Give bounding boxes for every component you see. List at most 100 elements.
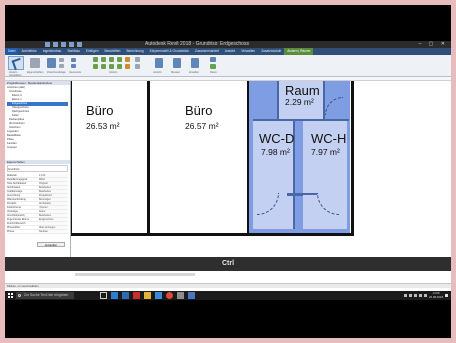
tray-icon[interactable] bbox=[414, 294, 417, 297]
room-name-buero-1[interactable]: Büro bbox=[86, 103, 113, 118]
left-panels: Projektbrowser - Bestandsaufnahme Ansich… bbox=[5, 81, 71, 282]
app-blue-icon[interactable] bbox=[155, 292, 162, 299]
wall[interactable] bbox=[287, 193, 303, 196]
wall[interactable] bbox=[71, 81, 72, 236]
property-row[interactable]: Phase Neubau bbox=[7, 230, 68, 234]
tab-ingenieurbau[interactable]: Ingenieurbau bbox=[40, 48, 65, 55]
rotate-icon[interactable] bbox=[109, 57, 114, 62]
revit-icon[interactable] bbox=[122, 292, 129, 299]
modify-cursor-icon[interactable] bbox=[8, 56, 24, 70]
room-area-buero-1[interactable]: 26.53 m² bbox=[86, 121, 120, 131]
network-icon[interactable] bbox=[419, 294, 422, 297]
apply-button[interactable]: Anwenden bbox=[37, 242, 65, 247]
edge-icon[interactable] bbox=[111, 292, 118, 299]
cut-icon[interactable] bbox=[59, 58, 64, 62]
tab-koerpermodell[interactable]: Körpermodell & Grundstück bbox=[147, 48, 192, 55]
room-area-buero-2[interactable]: 26.57 m² bbox=[185, 121, 219, 131]
volume-icon[interactable] bbox=[424, 294, 427, 297]
tab-zusatzmodule[interactable]: Zusatzmodule bbox=[258, 48, 284, 55]
cut-geometry-icon[interactable] bbox=[71, 64, 76, 68]
group-label-measure: Messen bbox=[171, 71, 181, 74]
app-red-icon[interactable] bbox=[133, 292, 140, 299]
paste-icon[interactable] bbox=[47, 58, 56, 68]
clock-date: 23.08.2018 bbox=[429, 294, 443, 299]
tab-zusammenarbeit[interactable]: Zusammenarbeit bbox=[192, 48, 222, 55]
room-separator-icon[interactable] bbox=[210, 64, 216, 69]
wall[interactable] bbox=[277, 81, 279, 119]
print-icon[interactable] bbox=[77, 42, 82, 47]
chrome-icon[interactable] bbox=[166, 292, 173, 299]
offset-icon[interactable] bbox=[93, 64, 98, 69]
ribbon-tabs: Datei Architektur Ingenieurbau Stahlbau … bbox=[5, 48, 451, 55]
tab-datei[interactable]: Datei bbox=[5, 48, 19, 55]
tab-beschriften[interactable]: Beschriften bbox=[102, 48, 124, 55]
tree-item[interactable]: Gruppen bbox=[7, 146, 68, 150]
windows-start-icon[interactable] bbox=[8, 293, 13, 298]
room-area-wc-h[interactable]: 7.97 m² bbox=[311, 147, 340, 157]
open-icon[interactable] bbox=[45, 42, 50, 47]
scale-icon[interactable] bbox=[125, 64, 130, 69]
notification-icon[interactable] bbox=[445, 294, 448, 297]
mirror-icon[interactable] bbox=[101, 64, 106, 69]
ribbon-panel: Ändern Auswählen Eigenschaften Zwischena… bbox=[5, 55, 451, 77]
measure-icon[interactable] bbox=[173, 58, 181, 68]
taskbar-clock[interactable]: 14:56 23.08.2018 bbox=[429, 292, 443, 299]
room-name-raum[interactable]: Raum bbox=[285, 83, 320, 98]
system-tray: 14:56 23.08.2018 bbox=[404, 291, 448, 300]
window-title: Autodesk Revit 2018 - Grundriss: Erdgesc… bbox=[145, 41, 249, 47]
status-text: Klicken, um auszuwählen bbox=[7, 284, 39, 288]
delete-icon[interactable] bbox=[135, 64, 140, 69]
explorer-icon[interactable] bbox=[144, 292, 151, 299]
tab-stahlbau[interactable]: Stahlbau bbox=[64, 48, 83, 55]
room-name-buero-2[interactable]: Büro bbox=[185, 103, 212, 118]
pin-icon[interactable] bbox=[135, 57, 140, 62]
drawing-canvas[interactable]: Büro 26.53 m² Büro 26.57 m² Raum 2.29 m²… bbox=[71, 81, 451, 282]
split-icon[interactable] bbox=[117, 64, 122, 69]
wall[interactable] bbox=[303, 193, 317, 195]
properties-icon[interactable] bbox=[30, 58, 40, 68]
project-browser: Ansichten (alle) Grundrisse Ebene 0 Eben… bbox=[5, 85, 70, 160]
room-area-wc-d[interactable]: 7.98 m² bbox=[261, 147, 290, 157]
wall[interactable] bbox=[253, 119, 349, 121]
search-icon bbox=[18, 294, 21, 297]
wall[interactable] bbox=[351, 81, 354, 236]
redo-icon[interactable] bbox=[69, 42, 74, 47]
group-label-view: Ansicht bbox=[153, 71, 162, 74]
properties-type[interactable]: Grundriss bbox=[7, 165, 68, 172]
room-tag-icon[interactable] bbox=[210, 57, 216, 62]
taskbar-search[interactable]: Zur Suche Text hier eingeben bbox=[16, 292, 74, 299]
tray-icon[interactable] bbox=[409, 294, 412, 297]
save-icon[interactable] bbox=[53, 42, 58, 47]
move-icon[interactable] bbox=[101, 57, 106, 62]
tab-architektur[interactable]: Architektur bbox=[18, 48, 39, 55]
room-name-wc-d[interactable]: WC-D bbox=[259, 131, 294, 146]
create-icon[interactable] bbox=[191, 58, 199, 68]
tab-verwalten[interactable]: Verwalten bbox=[238, 48, 258, 55]
copy-element-icon[interactable] bbox=[109, 64, 114, 69]
task-view-icon[interactable] bbox=[100, 292, 107, 299]
wall[interactable] bbox=[71, 233, 351, 236]
copy-icon[interactable] bbox=[59, 64, 64, 68]
horizontal-scrollbar[interactable] bbox=[75, 273, 195, 276]
tab-berechnung[interactable]: Berechnung bbox=[123, 48, 146, 55]
trim-icon[interactable] bbox=[117, 57, 122, 62]
group-label-modify: Ändern bbox=[109, 71, 118, 74]
array-icon[interactable] bbox=[125, 57, 130, 62]
screen: Autodesk Revit 2018 - Grundriss: Erdgesc… bbox=[5, 5, 451, 338]
window-controls[interactable]: – ▢ ✕ bbox=[419, 41, 448, 48]
mail-icon[interactable] bbox=[188, 292, 195, 299]
group-label-clipboard: Zwischenablage bbox=[47, 71, 66, 74]
tab-aendern-raeume[interactable]: Ändern | Räume bbox=[284, 48, 314, 55]
wall[interactable] bbox=[147, 81, 150, 236]
tab-ansicht[interactable]: Ansicht bbox=[222, 48, 238, 55]
align-icon[interactable] bbox=[93, 57, 98, 62]
view-icon[interactable] bbox=[155, 58, 163, 68]
undo-icon[interactable] bbox=[61, 42, 66, 47]
tab-einfuegen[interactable]: Einfügen bbox=[83, 48, 102, 55]
app-bottom-area: Klicken, um auszuwählen bbox=[5, 271, 451, 291]
room-name-wc-h[interactable]: WC-H bbox=[311, 131, 346, 146]
app-grey-icon[interactable] bbox=[177, 292, 184, 299]
room-area-raum[interactable]: 2.29 m² bbox=[285, 97, 314, 107]
tray-icon[interactable] bbox=[404, 294, 407, 297]
join-geometry-icon[interactable] bbox=[71, 58, 76, 62]
